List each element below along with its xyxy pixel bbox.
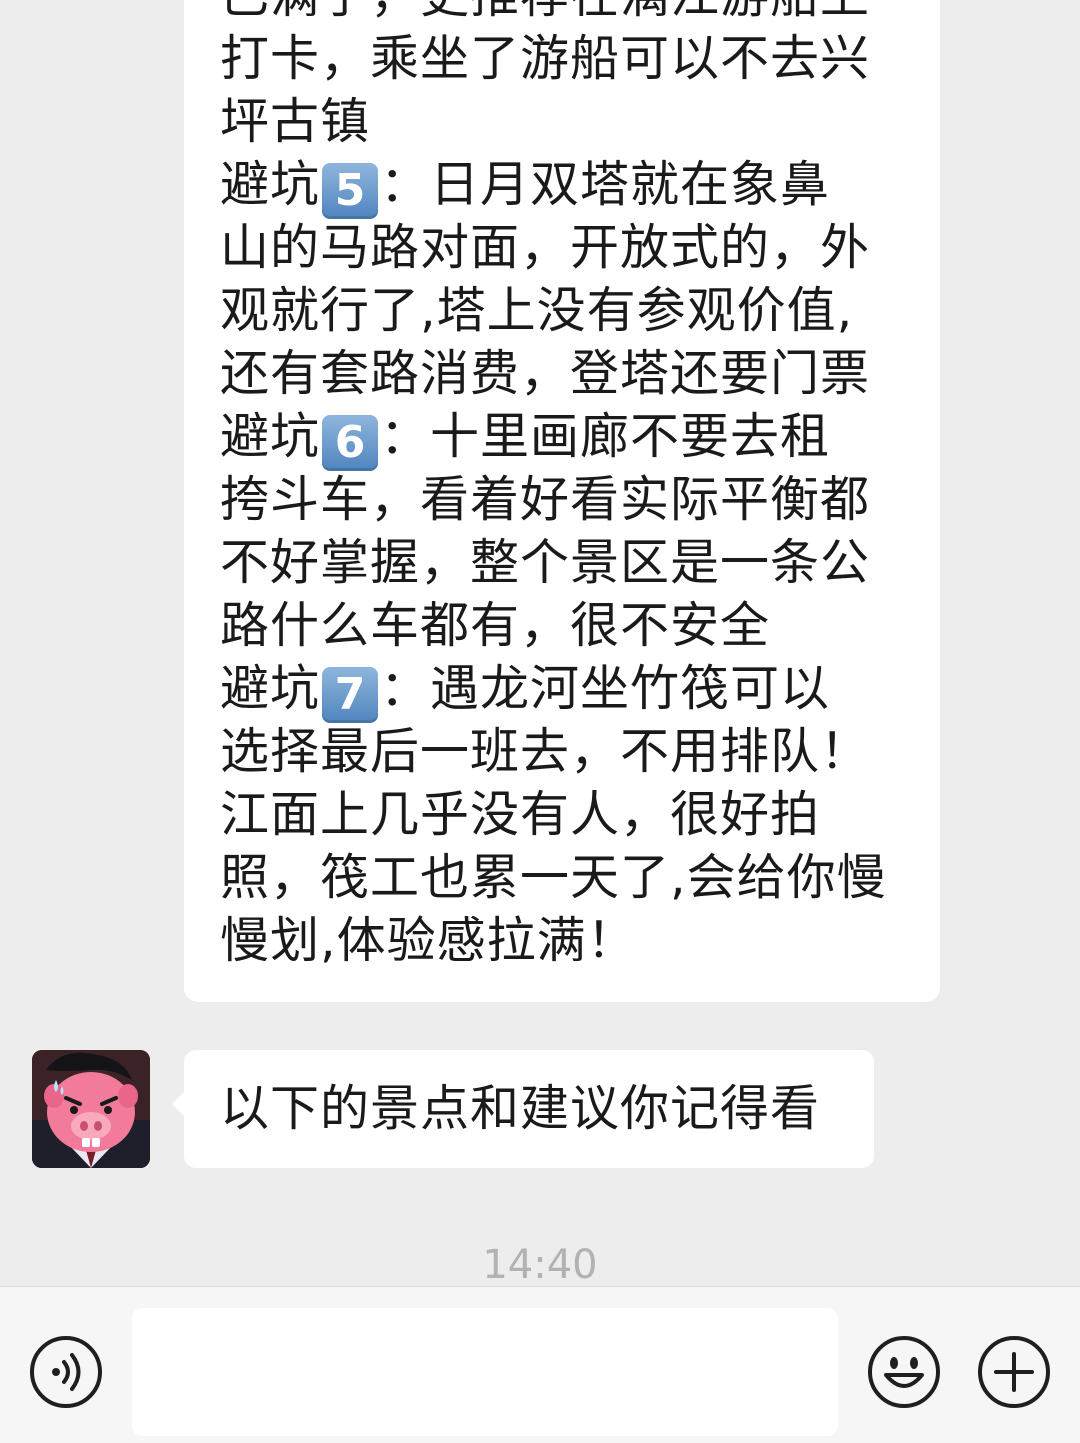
message-bubble-reminder[interactable]: 以下的景点和建议你记得看 xyxy=(172,1050,874,1168)
input-toolbar xyxy=(0,1286,1080,1443)
message-line: 挎斗车，看着好看实际平衡都 xyxy=(220,471,871,528)
message-text: 以下的景点和建议你记得看 xyxy=(220,1080,821,1137)
plus-icon[interactable] xyxy=(977,1335,1051,1409)
message-line: 照，筏工也累一天了,会给你慢 xyxy=(220,849,887,906)
tip-text: ：十里画廊不要去租 xyxy=(380,408,831,465)
message-line: 不好掌握，整个景区是一条公 xyxy=(220,534,871,591)
message-line: 还有套路消费，登塔还要门票 xyxy=(220,345,871,402)
message-line: 江面上几乎没有人，很好拍 xyxy=(220,786,821,843)
tip-label: 避坑 xyxy=(220,408,321,465)
avatar-pig-icon xyxy=(32,1050,150,1168)
message-line: 避坑 7 ：遇龙河坐竹筏可以 xyxy=(220,657,910,723)
message-line: 打卡，乘坐了游船可以不去兴 xyxy=(220,30,871,87)
tip-text: ：遇龙河坐竹筏可以 xyxy=(380,660,831,717)
keycap-number-icon: 6 xyxy=(322,415,379,471)
message-text: 已满了，更推荐在漓江游船上打卡，乘坐了游船可以不去兴坪古镇避坑5：日月双塔就在象… xyxy=(220,0,910,972)
timestamp: 14:40 xyxy=(482,1242,598,1288)
message-input[interactable] xyxy=(132,1308,838,1436)
message-line: 避坑 6 ：十里画廊不要去租 xyxy=(220,405,910,471)
message-line: 避坑 5 ：日月双塔就在象鼻 xyxy=(220,153,910,219)
tip-label: 避坑 xyxy=(220,660,321,717)
avatar[interactable] xyxy=(32,1050,150,1168)
message-line: 选择最后一班去，不用排队！ xyxy=(220,723,871,780)
tip-label: 避坑 xyxy=(220,156,321,213)
message-line: 坪古镇 xyxy=(220,93,371,150)
keycap-number-icon: 7 xyxy=(322,667,379,723)
keycap-number-icon: 5 xyxy=(322,163,379,219)
message-bubble-tips[interactable]: 已满了，更推荐在漓江游船上打卡，乘坐了游船可以不去兴坪古镇避坑5：日月双塔就在象… xyxy=(184,0,940,1002)
message-line: 慢划,体验感拉满！ xyxy=(220,912,637,969)
tip-text: ：日月双塔就在象鼻 xyxy=(380,156,831,213)
emoji-icon[interactable] xyxy=(867,1335,941,1409)
message-line: 路什么车都有，很不安全 xyxy=(220,597,771,654)
message-line: 已满了，更推荐在漓江游船上 xyxy=(220,0,910,27)
message-line: 山的马路对面，开放式的，外 xyxy=(220,219,871,276)
voice-icon[interactable] xyxy=(29,1335,103,1409)
chat-screen: 已满了，更推荐在漓江游船上打卡，乘坐了游船可以不去兴坪古镇避坑5：日月双塔就在象… xyxy=(0,0,1080,1443)
message-line: 观就行了,塔上没有参观价值, xyxy=(220,282,854,339)
